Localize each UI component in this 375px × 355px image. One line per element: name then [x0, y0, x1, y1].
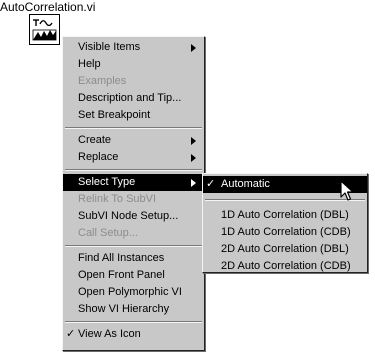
- menu-item-select-type[interactable]: Select Type: [63, 174, 204, 191]
- menu-item-view-as-icon[interactable]: ✓ View As Icon: [63, 326, 204, 343]
- menu-item-subvi-node-setup[interactable]: SubVI Node Setup...: [63, 208, 204, 225]
- submenu-arrow-icon: [191, 44, 196, 52]
- menu-item-set-breakpoint[interactable]: Set Breakpoint: [63, 107, 204, 124]
- submenu-item-label: 2D Auto Correlation (DBL): [221, 243, 349, 255]
- menu-item-description-and-tip[interactable]: Description and Tip...: [63, 90, 204, 107]
- screen: AutoCorrelation.vi Visible Items Help Ex…: [0, 0, 375, 355]
- menu-item-label: Help: [78, 58, 101, 70]
- menu-item-label: Select Type: [78, 176, 136, 188]
- menu-separator: [63, 242, 204, 250]
- menu-item-label: Relink To SubVI: [78, 193, 157, 205]
- menu-item-label: SubVI Node Setup...: [78, 210, 179, 222]
- submenu-arrow-icon: [191, 137, 196, 145]
- checkmark-icon: ✓: [206, 178, 216, 190]
- submenu-item-label: Automatic: [221, 178, 270, 190]
- menu-item-label: Set Breakpoint: [78, 109, 151, 121]
- menu-item-label: Call Setup...: [78, 227, 138, 239]
- submenu-item-1d-auto-correlation-dbl[interactable]: 1D Auto Correlation (DBL): [203, 207, 367, 224]
- mouse-pointer-icon: [340, 180, 354, 207]
- menu-item-label: View As Icon: [78, 328, 141, 340]
- menu-item-examples: Examples: [63, 73, 204, 90]
- menu-item-create[interactable]: Create: [63, 132, 204, 149]
- menu-item-open-polymorphic-vi[interactable]: Open Polymorphic VI: [63, 284, 204, 301]
- menu-item-label: Examples: [78, 75, 127, 87]
- menu-item-label: Find All Instances: [78, 252, 165, 264]
- vi-name-label: AutoCorrelation.vi: [0, 0, 96, 14]
- submenu-item-2d-auto-correlation-dbl[interactable]: 2D Auto Correlation (DBL): [203, 241, 367, 258]
- menu-item-label: Open Front Panel: [78, 269, 165, 281]
- menu-item-label: Description and Tip...: [78, 92, 182, 104]
- submenu-item-label: 2D Auto Correlation (CDB): [221, 260, 351, 272]
- submenu-arrow-icon: [191, 154, 196, 162]
- submenu-item-label: 1D Auto Correlation (CDB): [221, 226, 351, 238]
- submenu-item-label: 1D Auto Correlation (DBL): [221, 209, 349, 221]
- menu-item-replace[interactable]: Replace: [63, 149, 204, 166]
- menu-item-label: Visible Items: [78, 41, 141, 53]
- menu-item-label: Create: [78, 134, 112, 146]
- context-menu: Visible Items Help Examples Description …: [62, 36, 205, 351]
- submenu-arrow-icon: [191, 179, 196, 187]
- menu-item-visible-items[interactable]: Visible Items: [63, 39, 204, 56]
- menu-item-help[interactable]: Help: [63, 56, 204, 73]
- submenu-item-2d-auto-correlation-cdb[interactable]: 2D Auto Correlation (CDB): [203, 258, 367, 275]
- menu-separator: [63, 318, 204, 326]
- autocorrelation-vi-icon[interactable]: [29, 14, 60, 45]
- menu-separator: [63, 166, 204, 174]
- menu-item-label: Open Polymorphic VI: [78, 286, 182, 298]
- menu-item-find-all-instances[interactable]: Find All Instances: [63, 250, 204, 267]
- menu-item-relink-to-subvi: Relink To SubVI: [63, 191, 204, 208]
- menu-item-label: Replace: [78, 151, 119, 163]
- checkmark-icon: ✓: [66, 328, 76, 340]
- menu-item-call-setup: Call Setup...: [63, 225, 204, 242]
- menu-item-open-front-panel[interactable]: Open Front Panel: [63, 267, 204, 284]
- menu-separator: [63, 124, 204, 132]
- menu-item-show-vi-hierarchy[interactable]: Show VI Hierarchy: [63, 301, 204, 318]
- submenu-item-1d-auto-correlation-cdb[interactable]: 1D Auto Correlation (CDB): [203, 224, 367, 241]
- menu-item-label: Show VI Hierarchy: [78, 303, 170, 315]
